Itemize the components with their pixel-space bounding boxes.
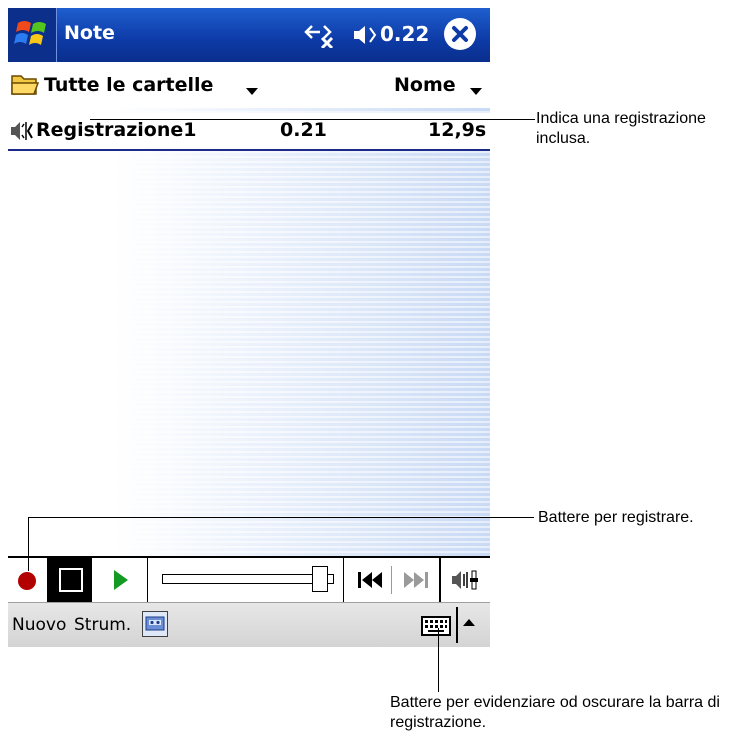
- close-icon: [446, 20, 474, 48]
- callout-3-line: [438, 628, 439, 692]
- new-menu[interactable]: Nuovo: [12, 615, 66, 635]
- callout-1-line: [90, 119, 535, 120]
- chevron-down-icon[interactable]: [246, 88, 258, 95]
- folder-icon: [11, 75, 40, 95]
- keyboard-icon[interactable]: [420, 615, 452, 637]
- volume-button[interactable]: [440, 558, 490, 602]
- recording-toggle-button[interactable]: [142, 611, 168, 637]
- folder-dropdown[interactable]: Tutte le cartelle: [44, 74, 213, 96]
- divider: [456, 607, 458, 643]
- volume-icon: [452, 570, 478, 590]
- chevron-up-icon[interactable]: [463, 619, 475, 626]
- sort-dropdown[interactable]: Nome: [394, 74, 456, 96]
- pda-screen: Note 0.22 Tutte le cartelle Nome Registr…: [8, 8, 490, 648]
- stop-icon: [59, 568, 83, 592]
- next-icon[interactable]: [398, 569, 434, 591]
- divider: [391, 566, 392, 594]
- navigation-buttons: [344, 558, 440, 602]
- clock[interactable]: 0.22: [380, 22, 429, 46]
- recording-time: 0.21: [280, 119, 327, 141]
- cassette-icon: [145, 616, 165, 631]
- slider-thumb[interactable]: [312, 566, 328, 592]
- start-button[interactable]: [8, 8, 57, 62]
- play-button[interactable]: [92, 558, 148, 602]
- play-icon: [114, 570, 128, 590]
- folder-bar: Tutte le cartelle Nome: [8, 66, 490, 106]
- volume-icon[interactable]: [352, 23, 378, 47]
- chevron-down-icon[interactable]: [470, 88, 482, 95]
- callout-toggle-bar: Battere per evidenziare od oscurare la b…: [390, 694, 720, 731]
- position-slider[interactable]: [148, 558, 344, 602]
- recording-toolbar: [8, 556, 490, 604]
- callout-record: Battere per registrare.: [538, 509, 694, 526]
- slider-track[interactable]: [162, 574, 334, 584]
- tools-menu[interactable]: Strum.: [74, 615, 131, 635]
- previous-icon[interactable]: [352, 569, 388, 591]
- windows-start-icon: [14, 21, 46, 45]
- speaker-icon: [11, 122, 33, 140]
- callout-2-line: [28, 517, 534, 518]
- close-button[interactable]: [444, 18, 476, 50]
- title-bar: Note 0.22: [8, 8, 490, 62]
- callout-2-line: [28, 517, 29, 571]
- menu-bar: Nuovo Strum.: [8, 602, 490, 647]
- recording-name: Registrazione1: [36, 119, 197, 141]
- notes-list: Registrazione1 0.21 12,9s: [8, 108, 490, 556]
- stop-button[interactable]: [48, 558, 92, 602]
- app-title: Note: [64, 22, 115, 44]
- connectivity-icon[interactable]: [304, 22, 340, 48]
- record-icon: [18, 572, 36, 590]
- recording-length: 12,9s: [428, 119, 487, 141]
- callout-recording: Indica una registrazione inclusa.: [536, 110, 706, 147]
